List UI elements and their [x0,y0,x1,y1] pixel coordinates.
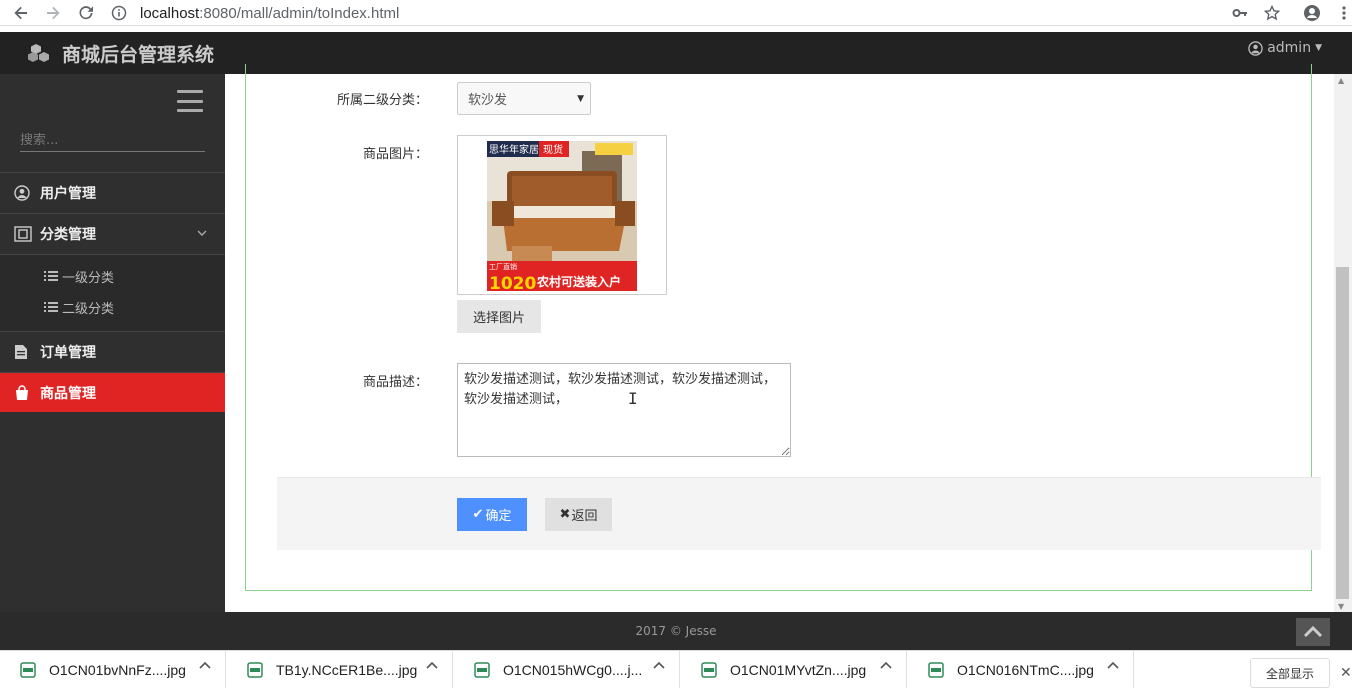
star-icon[interactable] [1261,3,1283,23]
url-path: :8080/mall/admin/toIndex.html [199,4,400,22]
download-item[interactable]: O1CN01bvNnFz....jpg [0,651,226,688]
image-brand-text: 思华年家居 [489,143,539,156]
text-cursor-icon: I [628,389,638,408]
profile-icon[interactable] [1301,3,1323,23]
back-to-top-button[interactable] [1296,618,1330,646]
back-button[interactable]: ✖ 返回 [545,498,612,531]
confirm-button-label: 确定 [485,509,512,524]
check-icon: ✔ [472,507,484,522]
caret-down-icon: ▼ [1315,43,1322,53]
show-all-downloads-button[interactable]: 全部显示 [1250,658,1330,688]
sidebar: 用户管理 分类管理 一级分类 二级分类 订单管理 商品管理 [0,74,225,612]
sidebar-item-label: 订单管理 [40,344,96,361]
description-label: 商品描述： [362,375,428,390]
sidebar-item-label: 商品管理 [40,385,96,402]
image-price-text: 1020 [489,274,536,291]
download-filename: O1CN01bvNnFz....jpg [49,662,186,678]
app-title: 商城后台管理系统 [62,43,215,66]
list-icon [44,270,58,282]
sidebar-subitem-level1[interactable]: 一级分类 [44,266,114,286]
subcategory-select[interactable]: 软沙发 ▼ [457,82,591,115]
info-icon[interactable] [108,5,130,21]
browser-toolbar: localhost:8080/mall/admin/toIndex.html [0,0,1352,26]
image-file-icon [474,662,490,678]
hamburger-menu-icon[interactable] [177,90,203,112]
download-filename: O1CN015hWCg0....j... [503,662,643,678]
category-label: 所属二级分类： [336,93,428,108]
forward-arrow-icon[interactable] [42,3,64,23]
chevron-up-icon[interactable] [880,661,892,669]
sidebar-search-input[interactable] [20,130,205,152]
menu-kebab-icon[interactable] [1333,3,1352,23]
page-footer: 2017 © Jesse [0,612,1352,650]
image-label: 商品图片： [362,147,428,162]
choose-image-button[interactable]: 选择图片 [457,300,541,333]
address-bar[interactable]: localhost:8080/mall/admin/toIndex.html [108,0,1288,26]
download-filename: O1CN016NTmC....jpg [957,662,1094,678]
chevron-up-icon[interactable] [1107,661,1119,669]
reload-icon[interactable] [75,3,97,23]
sidebar-subitem-label: 二级分类 [62,301,115,317]
close-icon[interactable]: ✕ [1340,665,1352,681]
user-name: admin [1267,40,1312,56]
image-promo-small: 工厂直销 [489,262,517,271]
user-menu[interactable]: admin ▼ [1248,32,1322,64]
image-promo-text: 农村可送装入户 [536,274,621,289]
image-file-icon [20,662,36,678]
chevron-down-icon [197,230,207,237]
document-icon [14,344,36,360]
product-form-panel: 所属二级分类： 软沙发 ▼ 商品图片： 思华年家居 现货 工厂直销 1020 农… [245,64,1321,591]
page-scrollbar[interactable]: ▲ ▼ [1334,74,1352,612]
product-image: 思华年家居 现货 工厂直销 1020 农村可送装入户 [487,141,637,291]
download-filename: O1CN01MYvtZn....jpg [730,662,867,678]
image-file-icon [928,662,944,678]
form-actions: ✔ 确定 ✖ 返回 [277,477,1321,550]
image-file-icon [247,662,263,678]
download-item[interactable]: TB1y.NCcER1Be....jpg [227,651,453,688]
download-item[interactable]: O1CN01MYvtZn....jpg [681,651,907,688]
chevron-up-icon [1303,626,1323,638]
scroll-down-icon[interactable]: ▼ [1338,602,1344,611]
app-brand[interactable]: 商城后台管理系统 [28,32,214,74]
back-button-label: 返回 [571,509,598,524]
sidebar-subitem-level2[interactable]: 二级分类 [44,297,114,317]
category-icon [14,225,36,242]
url-text: localhost:8080/mall/admin/toIndex.html [140,5,399,22]
chevron-up-icon[interactable] [426,661,438,669]
footer-text: 2017 © Jesse [635,624,717,638]
image-badge-text: 现货 [543,143,563,156]
cubes-logo-icon [28,43,54,63]
image-file-icon [701,662,717,678]
scroll-thumb[interactable] [1336,267,1349,599]
key-icon[interactable] [1229,3,1251,23]
back-arrow-icon[interactable] [10,3,32,23]
image-preview-box: 思华年家居 现货 工厂直销 1020 农村可送装入户 [457,135,667,295]
sidebar-item-label: 用户管理 [40,185,96,202]
download-filename: TB1y.NCcER1Be....jpg [276,662,418,678]
sidebar-item-users[interactable]: 用户管理 [0,172,225,212]
download-item[interactable]: O1CN016NTmC....jpg [908,651,1134,688]
download-shelf: O1CN01bvNnFz....jpg TB1y.NCcER1Be....jpg… [0,650,1352,688]
sidebar-item-products[interactable]: 商品管理 [0,372,225,412]
list-icon [44,301,58,313]
chevron-up-icon[interactable] [653,661,665,669]
chevron-up-icon[interactable] [199,661,211,669]
caret-down-icon: ▼ [577,94,584,104]
shopping-bag-icon [14,384,36,401]
description-textarea[interactable]: 软沙发描述测试，软沙发描述测试，软沙发描述测试，软沙发描述测试， [457,363,791,457]
user-circle-icon [14,184,36,201]
scroll-up-icon[interactable]: ▲ [1338,76,1344,85]
main-content: 所属二级分类： 软沙发 ▼ 商品图片： 思华年家居 现货 工厂直销 1020 农… [225,64,1334,612]
download-item[interactable]: O1CN015hWCg0....j... [454,651,680,688]
sidebar-item-categories[interactable]: 分类管理 [0,213,225,253]
sidebar-subitem-label: 一级分类 [62,270,115,286]
user-circle-icon [1248,40,1263,56]
subcategory-value: 软沙发 [468,93,508,108]
sidebar-item-orders[interactable]: 订单管理 [0,331,225,371]
close-icon: ✖ [559,507,571,522]
sidebar-item-label: 分类管理 [40,226,96,243]
url-host: localhost [140,4,200,22]
confirm-button[interactable]: ✔ 确定 [457,498,527,531]
